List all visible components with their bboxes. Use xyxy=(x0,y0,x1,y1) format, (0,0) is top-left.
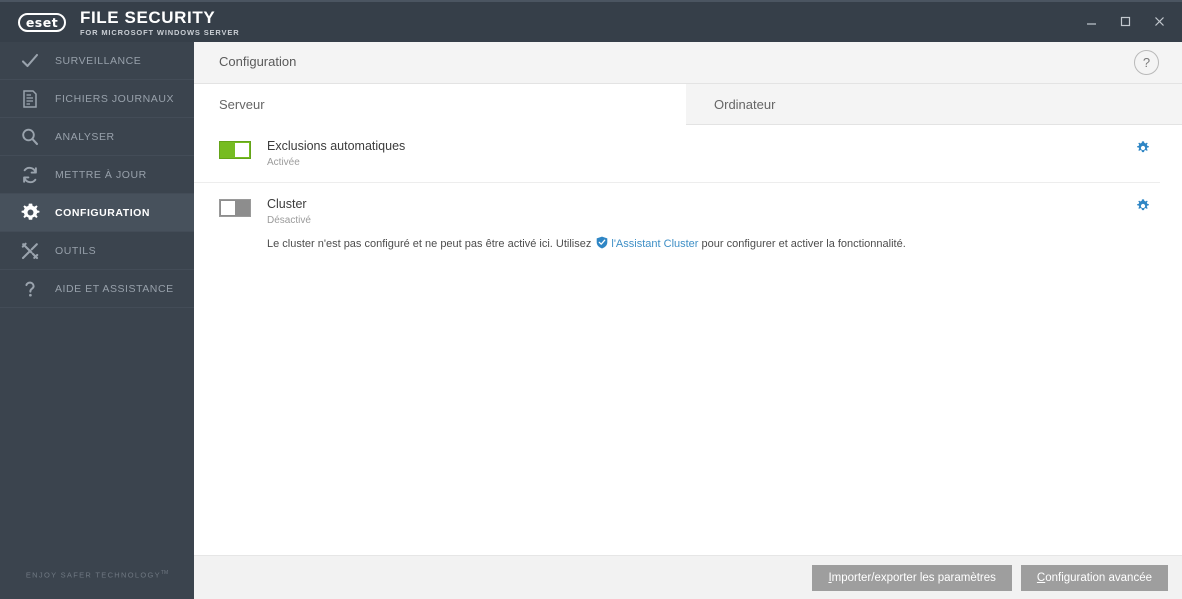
sidebar-item-label: SURVEILLANCE xyxy=(55,54,142,67)
maximize-icon[interactable] xyxy=(1112,10,1138,32)
main-content: Configuration ? Serveur Ordinateur Exclu… xyxy=(194,42,1182,599)
gear-icon xyxy=(13,202,47,223)
sidebar-item-label: FICHIERS JOURNAUX xyxy=(55,92,175,105)
gear-icon[interactable] xyxy=(1134,139,1152,157)
toggle-automatic-exclusions[interactable] xyxy=(219,141,251,159)
setting-state: Activée xyxy=(267,157,300,168)
sidebar-item-tools[interactable]: OUTILS xyxy=(0,232,194,270)
minimize-icon[interactable] xyxy=(1078,10,1104,32)
tagline-trademark: TM xyxy=(160,569,169,576)
help-button[interactable]: ? xyxy=(1134,50,1159,75)
shield-icon xyxy=(596,236,608,253)
settings-list: Exclusions automatiques Activée Cluster xyxy=(194,125,1182,266)
setting-state: Désactivé xyxy=(267,215,311,226)
sidebar-tagline: ENJOY SAFER TECHNOLOGYTM xyxy=(0,570,194,580)
sidebar-item-log-files[interactable]: FICHIERS JOURNAUX xyxy=(0,80,194,118)
setting-row-automatic-exclusions: Exclusions automatiques Activée xyxy=(194,125,1160,183)
eset-logo-mark: eset xyxy=(18,13,66,33)
toggle-cluster[interactable] xyxy=(219,199,251,217)
tab-label: Ordinateur xyxy=(714,96,776,112)
import-export-settings-button[interactable]: Importer/exporter les paramètres xyxy=(812,565,1012,591)
window-controls xyxy=(1078,10,1172,32)
tab-ordinateur[interactable]: Ordinateur xyxy=(686,84,1182,124)
tools-icon xyxy=(13,241,47,261)
toggle-knob xyxy=(221,201,235,215)
setting-name: Exclusions automatiques xyxy=(267,139,406,153)
refresh-icon xyxy=(13,165,47,185)
setting-text-block: Cluster Désactivé Le cluster n'est pas c… xyxy=(267,197,1160,253)
page-title: Configuration xyxy=(219,54,297,69)
product-title-block: FILE SECURITY FOR MICROSOFT WINDOWS SERV… xyxy=(80,9,240,37)
cluster-wizard-link[interactable]: l'Assistant Cluster xyxy=(611,238,698,250)
log-file-icon xyxy=(13,89,47,109)
title-bar: eset FILE SECURITY FOR MICROSOFT WINDOWS… xyxy=(0,0,1182,42)
accelerator-letter: C xyxy=(1036,572,1046,584)
sidebar-item-configuration[interactable]: CONFIGURATION xyxy=(0,194,194,232)
brand-logo: eset FILE SECURITY FOR MICROSOFT WINDOWS… xyxy=(18,9,240,37)
tagline-text: ENJOY SAFER TECHNOLOGY xyxy=(25,570,161,579)
sidebar-item-label: OUTILS xyxy=(55,244,97,257)
application-window: eset FILE SECURITY FOR MICROSOFT WINDOWS… xyxy=(0,0,1182,599)
description-text-after: pour configurer et activer la fonctionna… xyxy=(701,238,906,250)
gear-icon[interactable] xyxy=(1134,197,1152,215)
setting-description: Le cluster n'est pas configuré et ne peu… xyxy=(267,236,1160,253)
check-icon xyxy=(13,51,47,71)
button-label: onfiguration avancée xyxy=(1045,572,1152,584)
tab-bar: Serveur Ordinateur xyxy=(194,84,1182,125)
sidebar-item-help-support[interactable]: AIDE ET ASSISTANCE xyxy=(0,270,194,308)
sidebar-item-label: AIDE ET ASSISTANCE xyxy=(55,282,174,295)
tab-label: Serveur xyxy=(219,96,265,112)
footer-bar: Importer/exporter les paramètres Configu… xyxy=(194,555,1182,599)
sidebar-item-label: ANALYSER xyxy=(55,130,115,143)
page-header: Configuration ? xyxy=(194,42,1182,84)
advanced-configuration-button[interactable]: Configuration avancée xyxy=(1020,565,1168,591)
toggle-knob xyxy=(235,143,249,157)
magnifier-icon xyxy=(13,127,47,147)
product-name: FILE SECURITY xyxy=(80,8,216,27)
description-text-before: Le cluster n'est pas configuré et ne peu… xyxy=(267,238,592,250)
question-mark-icon xyxy=(13,279,47,299)
sidebar-item-scan[interactable]: ANALYSER xyxy=(0,118,194,156)
setting-text-block: Exclusions automatiques Activée xyxy=(267,139,1160,169)
sidebar-navigation: SURVEILLANCE FICHIERS JOURNAUX ANALYSER xyxy=(0,42,194,599)
sidebar-item-label: CONFIGURATION xyxy=(55,206,151,219)
sidebar-item-surveillance[interactable]: SURVEILLANCE xyxy=(0,42,194,80)
tab-serveur[interactable]: Serveur xyxy=(194,84,686,125)
title-bar-highlight xyxy=(0,0,1182,2)
close-icon[interactable] xyxy=(1146,10,1172,32)
setting-row-cluster: Cluster Désactivé Le cluster n'est pas c… xyxy=(194,183,1160,266)
footer-button-group: Importer/exporter les paramètres Configu… xyxy=(812,565,1168,591)
product-subtitle: FOR MICROSOFT WINDOWS SERVER xyxy=(80,28,240,37)
sidebar-item-label: METTRE À JOUR xyxy=(55,168,147,181)
sidebar-item-update[interactable]: METTRE À JOUR xyxy=(0,156,194,194)
button-label: mporter/exporter les paramètres xyxy=(831,572,996,584)
setting-name: Cluster xyxy=(267,197,307,211)
